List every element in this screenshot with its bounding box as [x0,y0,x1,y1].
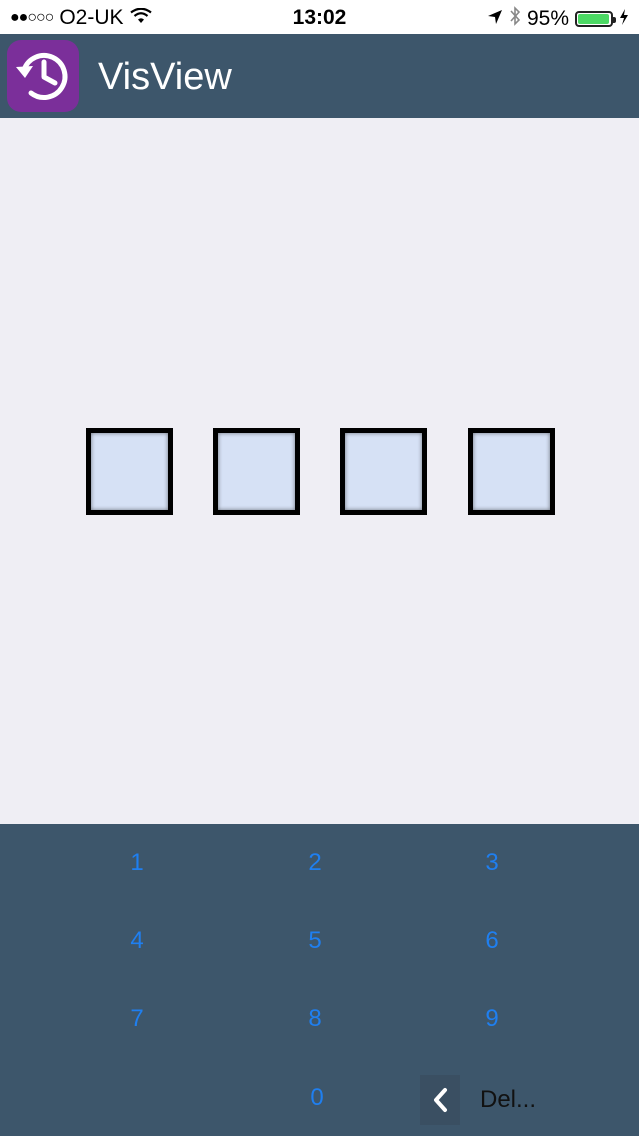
key-4[interactable]: 4 [47,906,227,976]
pin-digit-box-1[interactable] [86,428,173,515]
location-arrow-icon [487,7,503,31]
key-1[interactable]: 1 [47,828,227,898]
key-8[interactable]: 8 [225,984,405,1054]
key-5[interactable]: 5 [225,906,405,976]
delete-button[interactable]: Del... [420,1070,620,1130]
chevron-left-icon [420,1075,460,1125]
app-title: VisView [98,56,232,98]
bluetooth-icon [509,6,521,32]
key-2[interactable]: 2 [225,828,405,898]
battery-percent: 95% [526,7,569,30]
app-header: VisView [0,34,639,118]
pin-digit-box-3[interactable] [340,428,427,515]
key-0[interactable]: 0 [227,1063,407,1133]
key-6[interactable]: 6 [402,906,582,976]
history-clock-icon [7,40,79,112]
numeric-keypad: 1 2 3 4 5 6 7 8 9 0 Del... [0,824,639,1136]
delete-label: Del... [480,1086,537,1113]
status-bar: ●●○○○ O2-UK 13:02 95% [0,0,639,34]
key-3[interactable]: 3 [402,828,582,898]
pin-entry-area [0,118,639,824]
pin-digit-box-2[interactable] [213,428,300,515]
key-9[interactable]: 9 [402,984,582,1054]
charging-bolt-icon [619,7,629,31]
status-right: 95% [487,6,629,32]
battery-icon [575,11,616,27]
key-7[interactable]: 7 [47,984,227,1054]
pin-digit-box-4[interactable] [468,428,555,515]
